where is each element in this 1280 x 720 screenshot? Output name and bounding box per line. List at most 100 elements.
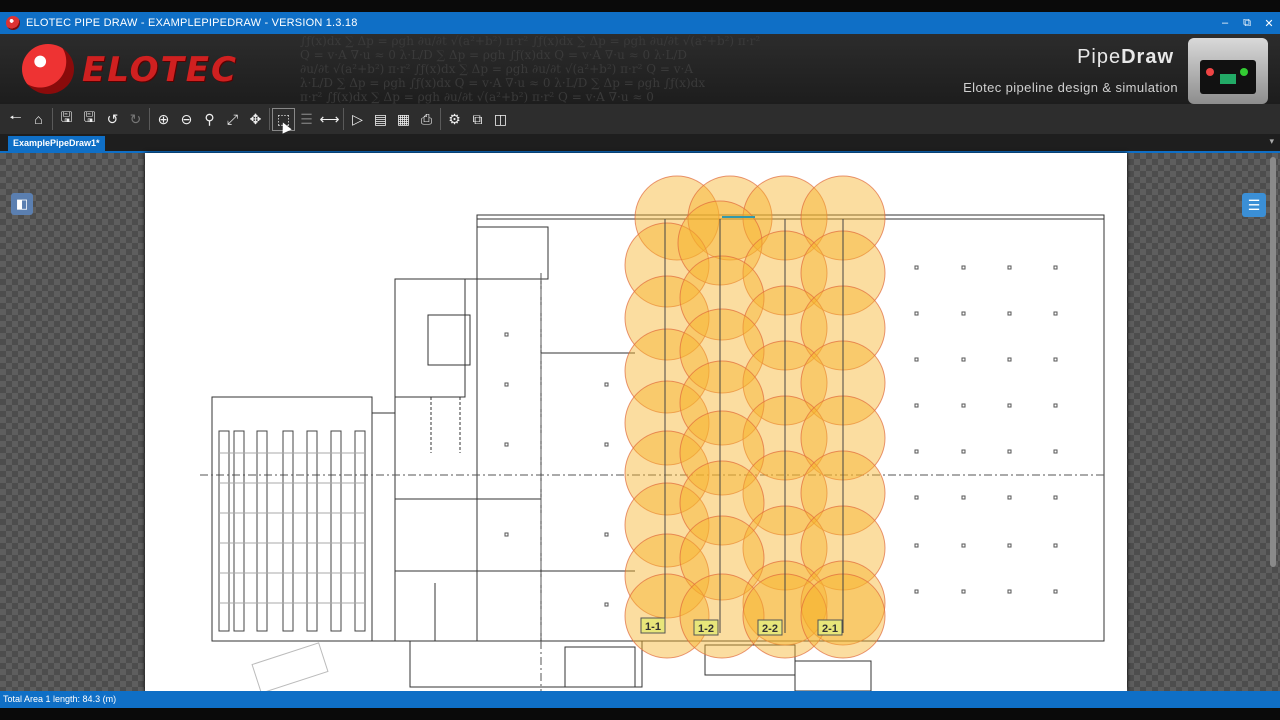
top-black-bar xyxy=(0,0,1280,12)
column-marker xyxy=(1053,311,1058,316)
elotec-logo-icon xyxy=(22,44,74,94)
list-icon[interactable]: ☰ xyxy=(295,108,318,131)
zoom-in-icon[interactable]: ⊕ xyxy=(152,108,175,131)
column-marker xyxy=(1053,403,1058,408)
save-as-icon[interactable]: 🖫 xyxy=(78,108,101,131)
column-marker xyxy=(504,382,509,387)
product-name: PipeDraw xyxy=(1077,46,1174,69)
toolbar-separator xyxy=(149,108,150,130)
top-annex xyxy=(476,226,549,280)
column-marker xyxy=(961,589,966,594)
column-marker xyxy=(604,382,609,387)
storage-rack xyxy=(218,430,230,632)
bottom-black-bar xyxy=(0,708,1280,720)
toolbar-separator xyxy=(269,108,270,130)
column-marker xyxy=(914,357,919,362)
column-marker xyxy=(1007,589,1012,594)
column-marker xyxy=(1053,589,1058,594)
column-marker xyxy=(1007,449,1012,454)
column-marker xyxy=(504,332,509,337)
column-marker xyxy=(1007,357,1012,362)
column-marker xyxy=(504,532,509,537)
fit-to-screen-icon[interactable]: ⤢ xyxy=(221,108,244,131)
column-marker xyxy=(961,543,966,548)
column-marker xyxy=(961,265,966,270)
measure-icon[interactable]: ⟷ xyxy=(318,108,341,131)
back-arrow-icon[interactable]: 🠐 xyxy=(4,108,27,131)
zoom-icon[interactable]: ⚲ xyxy=(198,108,221,131)
restore-icon[interactable]: ⧉ xyxy=(1236,17,1258,30)
print-icon[interactable]: ⎙ xyxy=(415,108,438,131)
elotec-logo-text: ELOTEC xyxy=(82,50,238,90)
cart-icon[interactable]: ▤ xyxy=(369,108,392,131)
zoom-out-icon[interactable]: ⊖ xyxy=(175,108,198,131)
left-panel-toggle-icon[interactable]: ◧ xyxy=(11,193,33,215)
export-icon[interactable]: ⧉ xyxy=(466,108,489,131)
column-marker xyxy=(961,449,966,454)
office-rooms xyxy=(394,278,466,398)
zone-label-text: 2-2 xyxy=(762,623,778,635)
zone-label-2-2[interactable]: 2-2 xyxy=(757,619,783,636)
status-bar: Total Area 1 length: 84.3 (m) xyxy=(0,691,1280,708)
undo-icon[interactable]: ↺ xyxy=(101,108,124,131)
column-marker xyxy=(604,532,609,537)
info-icon[interactable]: ◫ xyxy=(489,108,512,131)
floor-plan-sheet[interactable]: 1-1 1-2 2-2 2-1 xyxy=(145,153,1127,694)
storage-side-wall xyxy=(371,412,396,642)
coverage-circles xyxy=(624,175,886,659)
vertical-scrollbar[interactable] xyxy=(1270,157,1276,567)
play-simulation-icon[interactable]: ▷ xyxy=(346,108,369,131)
close-icon[interactable]: ✕ xyxy=(1258,17,1280,30)
column-marker xyxy=(914,495,919,500)
zone-label-1-2[interactable]: 1-2 xyxy=(693,619,719,636)
column-marker xyxy=(961,311,966,316)
column-marker xyxy=(914,589,919,594)
column-marker xyxy=(961,403,966,408)
column-marker xyxy=(914,311,919,316)
pan-icon[interactable]: ✥ xyxy=(244,108,267,131)
parking-area xyxy=(251,642,329,694)
zone-label-2-1[interactable]: 2-1 xyxy=(817,619,843,636)
bottom-annex xyxy=(409,640,643,688)
device-led-green xyxy=(1240,68,1248,76)
storage-rack xyxy=(306,430,318,632)
column-marker xyxy=(961,495,966,500)
storage-rack xyxy=(256,430,268,632)
toolbar-separator xyxy=(52,108,53,130)
storage-rack xyxy=(354,430,366,632)
column-marker xyxy=(1053,495,1058,500)
column-marker xyxy=(914,265,919,270)
drawing-canvas[interactable]: ◧ 1-1 1-2 2-2 2-1 ☰ xyxy=(0,153,1280,694)
floor-plan-svg: 1-1 1-2 2-2 2-1 xyxy=(200,175,1105,694)
column-marker xyxy=(1007,265,1012,270)
column-marker xyxy=(961,357,966,362)
settings-icon[interactable]: ⚙ xyxy=(443,108,466,131)
column-marker xyxy=(1007,403,1012,408)
bottom-rooms xyxy=(564,646,636,688)
app-icon xyxy=(6,16,20,30)
stairwell xyxy=(427,314,471,366)
report-icon[interactable]: ▦ xyxy=(392,108,415,131)
redo-icon[interactable]: ↻ xyxy=(124,108,147,131)
right-panel-menu-icon[interactable]: ☰ xyxy=(1242,193,1266,217)
window-titlebar: ELOTEC PIPE DRAW - EXAMPLEPIPEDRAW - VER… xyxy=(0,12,1280,34)
column-marker xyxy=(914,449,919,454)
device-image xyxy=(1188,38,1268,104)
save-icon[interactable]: 🖫 xyxy=(55,108,78,131)
document-tabs: ExamplePipeDraw1* ▾ xyxy=(0,134,1280,153)
tab-dropdown-icon[interactable]: ▾ xyxy=(1269,136,1274,147)
column-marker xyxy=(914,543,919,548)
home-icon[interactable]: ⌂ xyxy=(27,108,50,131)
loading-dock-2 xyxy=(794,660,872,692)
minimize-icon[interactable]: – xyxy=(1214,17,1236,29)
column-marker xyxy=(604,442,609,447)
column-marker xyxy=(1007,311,1012,316)
toolbar-separator xyxy=(440,108,441,130)
device-display xyxy=(1220,74,1236,84)
main-toolbar: 🠐 ⌂ 🖫 🖫 ↺ ↻ ⊕ ⊖ ⚲ ⤢ ✥ ⬚ ☰ ⟷ ▷ ▤ ▦ ⎙ ⚙ ⧉ … xyxy=(0,104,1280,134)
storage-rack xyxy=(233,430,245,632)
zone-label-1-1[interactable]: 1-1 xyxy=(640,617,666,634)
tab-examplepipedraw1[interactable]: ExamplePipeDraw1* xyxy=(8,136,105,151)
column-marker xyxy=(1007,543,1012,548)
column-marker xyxy=(1053,449,1058,454)
